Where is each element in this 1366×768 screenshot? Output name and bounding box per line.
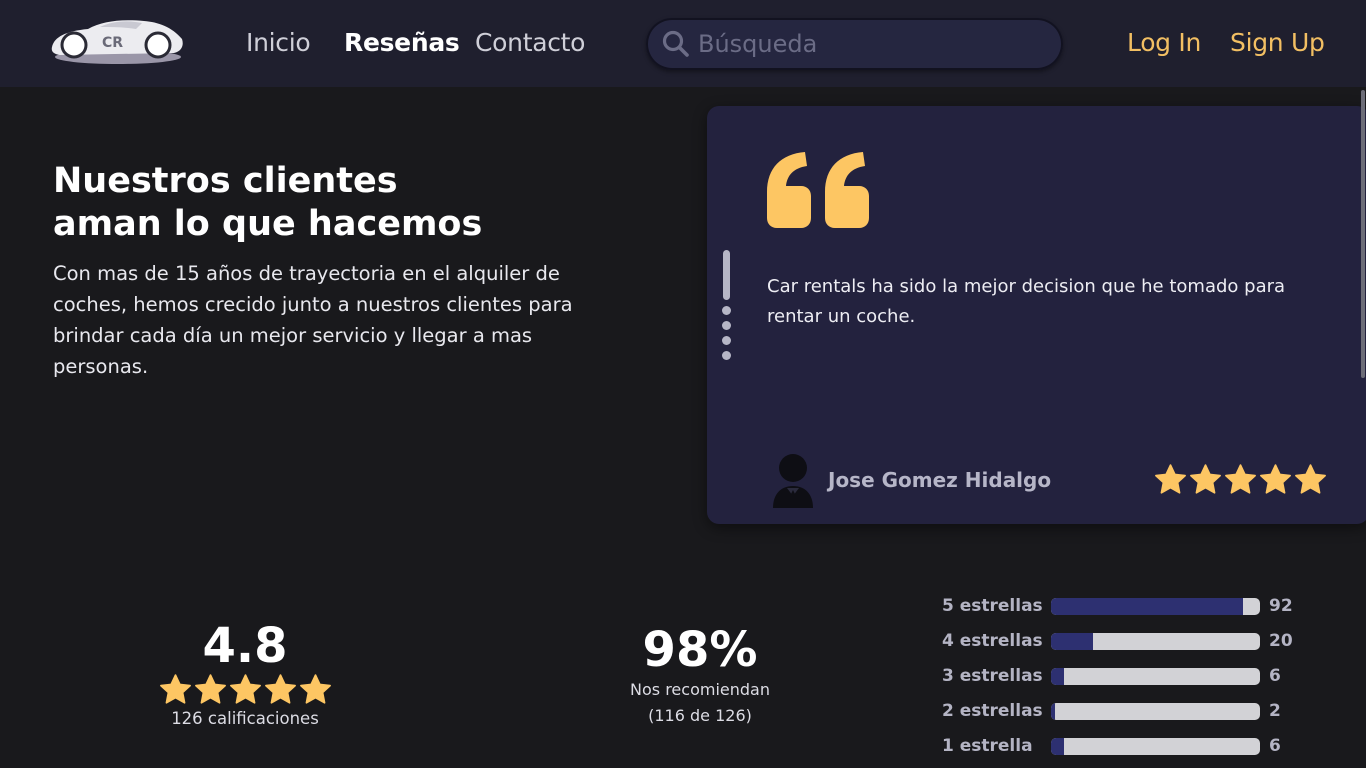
slide-dot[interactable]	[722, 306, 731, 315]
quote-icon	[767, 152, 869, 228]
distribution-label: 2 estrellas	[942, 701, 1043, 721]
distribution-count: 20	[1269, 631, 1293, 651]
distribution-bar-fill	[1051, 668, 1064, 685]
logo-text: CR	[102, 35, 123, 51]
slide-indicator	[722, 250, 732, 360]
star-icon	[300, 674, 331, 704]
page-title-line2: aman lo que hacemos	[53, 204, 483, 244]
signup-link[interactable]: Sign Up	[1230, 28, 1325, 57]
star-icon	[195, 674, 226, 704]
average-rating-stars	[158, 673, 333, 707]
page-scrollbar[interactable]	[1361, 90, 1365, 378]
star-icon	[1295, 464, 1326, 494]
distribution-count: 2	[1269, 701, 1281, 721]
average-rating: 4.8	[202, 618, 288, 674]
review-stars	[1153, 463, 1328, 497]
star-icon	[1260, 464, 1291, 494]
distribution-bar-fill	[1051, 738, 1064, 755]
search-input[interactable]	[698, 26, 1048, 62]
distribution-label: 5 estrellas	[942, 596, 1043, 616]
distribution-bar-fill	[1051, 633, 1093, 650]
logo[interactable]: CR	[48, 17, 184, 67]
distribution-row: 2 estrellas 2	[942, 700, 1322, 735]
nav-link-inicio[interactable]: Inicio	[246, 28, 311, 57]
reviewer-name: Jose Gomez Hidalgo	[828, 468, 1052, 492]
user-avatar-icon	[773, 454, 813, 508]
search-icon[interactable]	[662, 30, 690, 58]
hero-description: Con mas de 15 años de trayectoria en el …	[53, 262, 573, 378]
distribution-count: 6	[1269, 736, 1281, 756]
nav-link-contacto[interactable]: Contacto	[475, 28, 585, 57]
star-icon	[265, 674, 296, 704]
distribution-bar	[1051, 668, 1260, 685]
star-icon	[230, 674, 261, 704]
distribution-row: 1 estrella 6	[942, 735, 1322, 768]
recommend-label: Nos recomiendan	[630, 680, 770, 699]
distribution-label: 1 estrella	[942, 736, 1033, 756]
star-icon	[1155, 464, 1186, 494]
top-navbar: CR Inicio Reseñas Contacto Log In Sign U…	[0, 0, 1366, 87]
distribution-bar-fill	[1051, 703, 1056, 720]
distribution-bar	[1051, 598, 1260, 615]
search-bar	[646, 18, 1063, 70]
distribution-row: 3 estrellas 6	[942, 665, 1322, 700]
page-title-line1: Nuestros clientes	[53, 161, 398, 201]
star-icon	[1225, 464, 1256, 494]
distribution-label: 3 estrellas	[942, 666, 1043, 686]
distribution-label: 4 estrellas	[942, 631, 1043, 651]
review-text: Car rentals ha sido la mejor decision qu…	[767, 276, 1286, 327]
rating-count: 126 calificaciones	[171, 709, 319, 728]
distribution-row: 5 estrellas 92	[942, 595, 1322, 630]
recommend-percentage: 98%	[642, 622, 758, 678]
star-icon	[1190, 464, 1221, 494]
star-icon	[160, 674, 191, 704]
rating-distribution: 5 estrellas 92 4 estrellas 20 3 estrella…	[942, 595, 1322, 768]
slide-dot[interactable]	[722, 336, 731, 345]
slide-dot-active[interactable]	[723, 250, 730, 300]
distribution-bar	[1051, 703, 1260, 720]
page-title: Nuestros clientes aman lo que hacemos	[53, 160, 613, 246]
distribution-row: 4 estrellas 20	[942, 630, 1322, 665]
distribution-count: 92	[1269, 596, 1293, 616]
login-link[interactable]: Log In	[1127, 28, 1201, 57]
slide-dot[interactable]	[722, 321, 731, 330]
distribution-bar	[1051, 738, 1260, 755]
slide-dot[interactable]	[722, 351, 731, 360]
review-card: Car rentals ha sido la mejor decision qu…	[707, 106, 1366, 524]
nav-link-resenas[interactable]: Reseñas	[344, 28, 460, 57]
distribution-count: 6	[1269, 666, 1281, 686]
distribution-bar-fill	[1051, 598, 1244, 615]
distribution-bar	[1051, 633, 1260, 650]
recommend-detail: (116 de 126)	[648, 706, 752, 725]
